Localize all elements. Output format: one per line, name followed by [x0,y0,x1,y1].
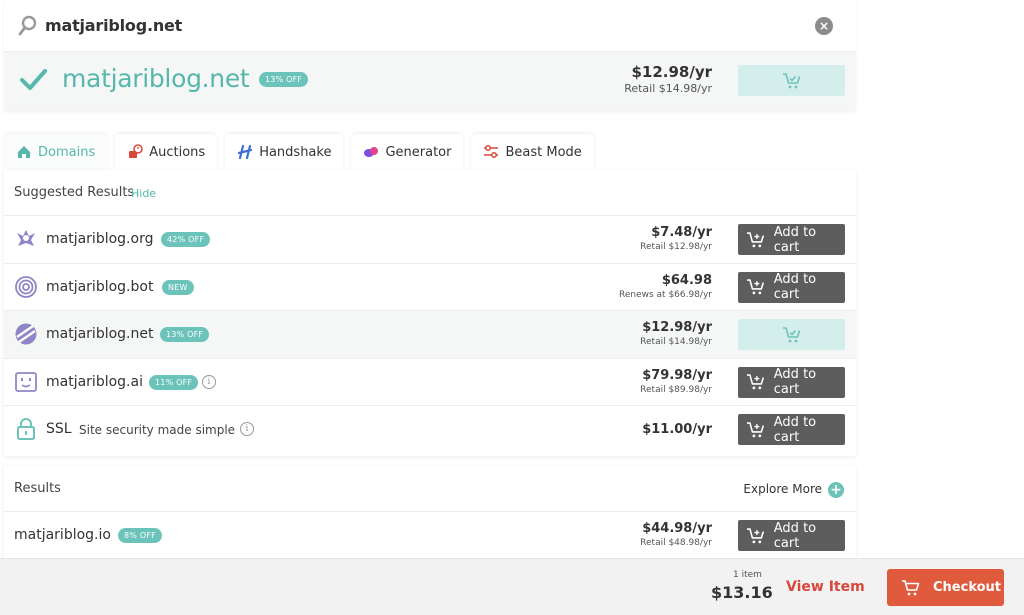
retail-price: Retail $12.98/yr [640,242,712,252]
in-cart-button[interactable] [738,65,845,96]
add-to-cart-button[interactable]: Add to cart [738,366,845,398]
retail-price: Renews at $66.98/yr [619,289,712,300]
discount-badge: 42% OFF [161,232,211,247]
domain-name: matjariblog.bot [46,278,154,295]
hide-link[interactable]: Hide [131,187,156,200]
add-to-cart-button[interactable]: Add to cart [738,271,845,303]
price: $11.00/yr [642,422,712,437]
suggested-results-panel: Suggested Results Hide matjariblog.org 4… [4,170,856,456]
cart-plus-icon [746,231,765,247]
info-icon[interactable]: i [240,422,254,436]
product-subtitle: Site security made simple [79,423,236,437]
retail-price: Retail $89.98/yr [640,384,712,395]
suggested-header: Suggested Results Hide [4,170,856,216]
list-item: matjariblog.io 8% OFF $44.98/yr Retail $… [4,512,856,560]
list-item: matjariblog.org 42% OFF $7.48/yr Retail … [4,216,856,264]
net-tld-icon [15,323,37,345]
domain-name: matjariblog.ai [46,373,143,390]
list-item: matjariblog.net 13% OFF $12.98/yr Retail… [4,311,856,359]
tab-label: Domains [38,144,96,160]
cart-plus-icon [746,421,765,437]
target-icon [15,275,37,298]
section-title: Results [14,481,61,496]
cart-total: $13.16 [711,583,773,602]
price: $44.98/yr [642,521,712,536]
domain-name: matjariblog.org [46,231,154,247]
sliders-icon [484,145,499,158]
tab-label: Handshake [259,144,332,160]
price: $64.98 [661,272,712,288]
domain-name: matjariblog.io [14,527,111,543]
home-icon [18,146,30,158]
hero-price: $12.98/yr [631,63,712,81]
tab-handshake[interactable]: Handshake [225,134,344,170]
add-to-cart-button[interactable]: Add to cart [738,224,845,255]
auction-icon [129,144,143,158]
button-label: Add to cart [773,224,817,255]
price: $7.48/yr [651,225,712,240]
tab-label: Beast Mode [505,144,582,160]
discount-badge: 13% OFF [259,72,309,87]
cart-check-icon [782,326,800,342]
product-name: SSL [46,421,72,437]
retail-price: Retail $14.98/yr [640,337,712,347]
add-to-cart-button[interactable]: Add to cart [738,520,845,551]
hero-domain-name: matjariblog.net [62,64,250,93]
discount-badge: 8% OFF [118,528,162,543]
cart-plus-icon [746,374,765,390]
tab-domains[interactable]: Domains [4,134,108,170]
search-tabs: Domains Auctions Handshake Generator Bea… [4,134,602,170]
button-label: Add to cart [773,520,817,551]
checkout-button[interactable]: Checkout [887,569,1004,606]
results-header: Results Explore More + [4,466,856,512]
cart-footer: 1 item $13.16 View Item Checkout [0,558,1024,615]
price: $12.98/yr [642,320,712,335]
section-title: Suggested Results [14,185,135,200]
discount-badge: 11% OFF [149,374,199,390]
explore-more-link[interactable]: Explore More [743,482,822,496]
button-label: Add to cart [773,272,817,302]
search-bar: matjariblog.net × [4,0,856,52]
search-input[interactable]: matjariblog.net [45,16,182,35]
price: $79.98/yr [642,367,712,383]
tab-auctions[interactable]: Auctions [115,134,218,170]
results-panel: Results Explore More + matjariblog.io 8%… [4,466,856,558]
cart-plus-icon [746,527,765,543]
list-item: matjariblog.bot NEW $64.98 Renews at $66… [4,264,856,311]
domain-name: matjariblog.net [46,326,154,342]
tab-label: Generator [385,144,452,160]
search-icon [18,15,37,36]
new-badge: NEW [162,279,194,295]
org-tld-icon [17,230,35,246]
close-icon[interactable]: × [815,17,833,35]
view-item-link[interactable]: View Item [786,579,865,595]
info-icon[interactable]: i [202,374,216,389]
cart-icon [902,579,920,595]
in-cart-button[interactable] [738,319,845,350]
robot-icon [15,371,37,392]
hero-result: matjariblog.net 13% OFF $12.98/yr Retail… [4,52,856,110]
plus-icon[interactable]: + [828,482,844,498]
cart-check-icon [782,72,800,88]
list-item: matjariblog.ai 11% OFF i $79.98/yr Retai… [4,359,856,406]
tab-generator[interactable]: Generator [351,134,464,170]
hero-retail-price: Retail $14.98/yr [624,82,712,95]
check-icon [20,69,47,90]
button-label: Checkout [933,580,1002,595]
discount-badge: 13% OFF [160,327,210,342]
button-label: Add to cart [773,414,817,445]
tab-label: Auctions [149,144,206,160]
handshake-icon [238,144,253,160]
cart-item-count: 1 item [733,570,762,580]
cart-plus-icon [746,279,765,295]
add-to-cart-button[interactable]: Add to cart [738,414,845,445]
lock-icon [17,418,35,440]
generator-icon [364,147,379,157]
list-item: SSL Site security made simple i $11.00/y… [4,406,856,454]
retail-price: Retail $48.98/yr [640,538,712,548]
button-label: Add to cart [773,367,817,397]
tab-beast-mode[interactable]: Beast Mode [471,134,594,170]
